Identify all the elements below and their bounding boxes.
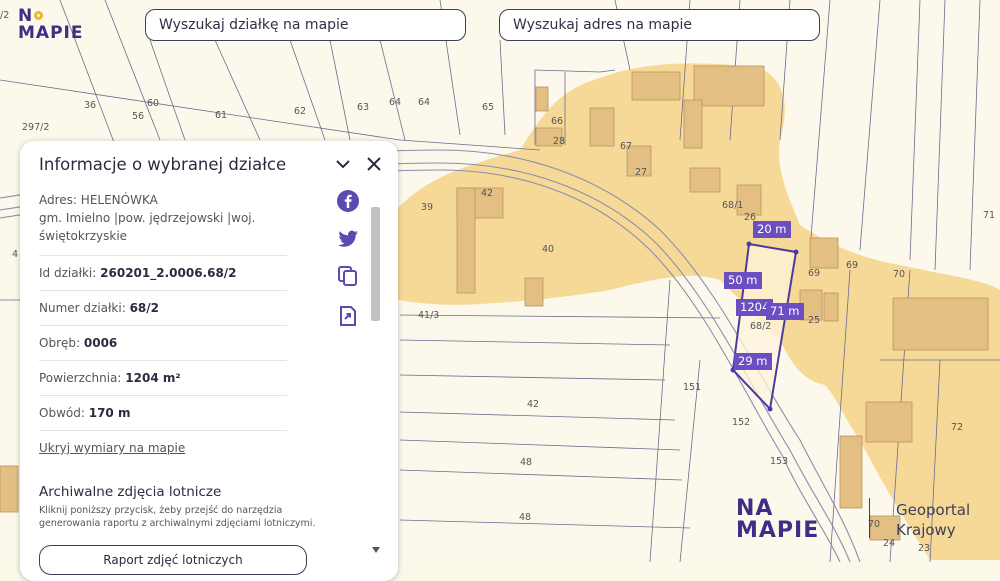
- copy-icon[interactable]: [336, 264, 360, 288]
- parcel-number: 63: [357, 102, 369, 113]
- parcel-number: 60: [147, 98, 159, 109]
- archive-title: Archiwalne zdjęcia lotnicze: [39, 484, 222, 500]
- id-row: Id działki: 260201_2.0006.68/2: [39, 264, 287, 282]
- scrollbar-thumb[interactable]: [371, 207, 380, 321]
- address-label: Adres:: [39, 193, 77, 207]
- parcel-search-input[interactable]: Wyszukaj działkę na mapie: [145, 9, 466, 41]
- aerial-photos-report-button[interactable]: Raport zdjęć lotniczych: [39, 545, 307, 575]
- number-label: Numer działki:: [39, 301, 126, 315]
- perimeter-label: Obwód:: [39, 406, 85, 420]
- area-row: Powierzchnia: 1204 m²: [39, 369, 287, 387]
- parcel-number: 64: [389, 97, 401, 108]
- parcel-number: 56: [132, 111, 144, 122]
- address-search-input[interactable]: Wyszukaj adres na mapie: [499, 9, 820, 41]
- row-divider: [39, 395, 287, 396]
- twitter-icon[interactable]: [336, 227, 360, 251]
- parcel-number: 41/3: [418, 310, 439, 321]
- parcel-number: 39: [421, 202, 433, 213]
- parcel-number: 67: [620, 141, 632, 152]
- parcel-number: 70: [893, 269, 905, 280]
- row-divider: [39, 325, 287, 326]
- parcel-number: 68/2: [750, 321, 771, 332]
- parcel-number: 69: [808, 268, 820, 279]
- parcel-number: 61: [215, 110, 227, 121]
- scroll-down-arrow-icon[interactable]: [371, 546, 381, 554]
- parcel-number: 42: [527, 399, 539, 410]
- parcel-number: 68/1: [722, 200, 743, 211]
- row-divider: [39, 360, 287, 361]
- address-line2: gm. Imielno |pow. jędrzejowski |woj.: [39, 211, 256, 225]
- perimeter-row: Obwód: 170 m: [39, 404, 287, 422]
- parcel-number: 71: [983, 210, 995, 221]
- na-mapie-brand-logo: NA MAPIE: [736, 496, 820, 543]
- parcel-number: 153: [770, 456, 788, 467]
- area-value: 1204 m²: [125, 371, 181, 385]
- export-icon[interactable]: [336, 304, 360, 328]
- parcel-number: 64: [418, 97, 430, 108]
- close-icon[interactable]: [365, 155, 383, 173]
- address-row: Adres: HELENÓWKA gm. Imielno |pow. jędrz…: [39, 191, 287, 245]
- parcel-number: 66: [551, 116, 563, 127]
- facebook-icon[interactable]: [336, 189, 360, 213]
- row-divider: [39, 290, 287, 291]
- na-mapie-logo[interactable]: N MAPIE: [18, 8, 83, 42]
- id-value: 260201_2.0006.68/2: [100, 266, 237, 280]
- perimeter-value: 170 m: [88, 406, 131, 420]
- parcel-number: 40: [542, 244, 554, 255]
- archive-description: Kliknij poniższy przycisk, żeby przejść …: [39, 505, 316, 529]
- obreb-label: Obręb:: [39, 336, 81, 350]
- parcel-number: 24: [883, 538, 895, 549]
- number-row: Numer działki: 68/2: [39, 299, 287, 317]
- number-value: 68/2: [129, 301, 160, 315]
- chevron-down-icon[interactable]: [334, 155, 352, 173]
- parcel-number: 297/2: [22, 122, 49, 133]
- parcel-number: 62: [294, 106, 306, 117]
- parcel-number: 27: [635, 167, 647, 178]
- measurement-label-top: 20 m: [753, 221, 791, 238]
- measurement-label-right: 71 m: [766, 303, 804, 320]
- brand-divider: [869, 498, 870, 538]
- parcel-info-panel: Informacje o wybranej działce Adres: HEL…: [20, 141, 398, 581]
- parcel-number: 23: [918, 543, 930, 554]
- parcel-number: 36: [84, 100, 96, 111]
- parcel-number: 48: [519, 512, 531, 523]
- measurement-label-left: 50 m: [724, 272, 762, 289]
- parcel-number: 65: [482, 102, 494, 113]
- area-label: Powierzchnia:: [39, 371, 122, 385]
- id-label: Id działki:: [39, 266, 97, 280]
- parcel-number: 152: [732, 417, 750, 428]
- parcel-number: 4: [12, 249, 18, 260]
- parcel-number: 42: [481, 188, 493, 199]
- parcel-number: /2: [0, 10, 9, 21]
- parcel-number: 69: [846, 260, 858, 271]
- address-value: HELENÓWKA: [80, 193, 158, 207]
- address-line3: świętokrzyskie: [39, 229, 128, 243]
- obreb-row: Obręb: 0006: [39, 334, 287, 352]
- row-divider: [39, 430, 287, 431]
- parcel-number: 25: [808, 315, 820, 326]
- hide-dimensions-link[interactable]: Ukryj wymiary na mapie: [39, 439, 287, 457]
- geoportal-logo: Geoportal Krajowy: [896, 501, 971, 539]
- parcel-number: 48: [520, 457, 532, 468]
- parcel-number: 28: [553, 136, 565, 147]
- panel-title: Informacje o wybranej działce: [39, 155, 287, 174]
- measurement-label-bottom: 29 m: [734, 353, 772, 370]
- parcel-number: 72: [951, 422, 963, 433]
- row-divider: [39, 255, 287, 256]
- parcel-number: 151: [683, 382, 701, 393]
- logo-dot-icon: [34, 11, 44, 20]
- obreb-value: 0006: [83, 336, 118, 350]
